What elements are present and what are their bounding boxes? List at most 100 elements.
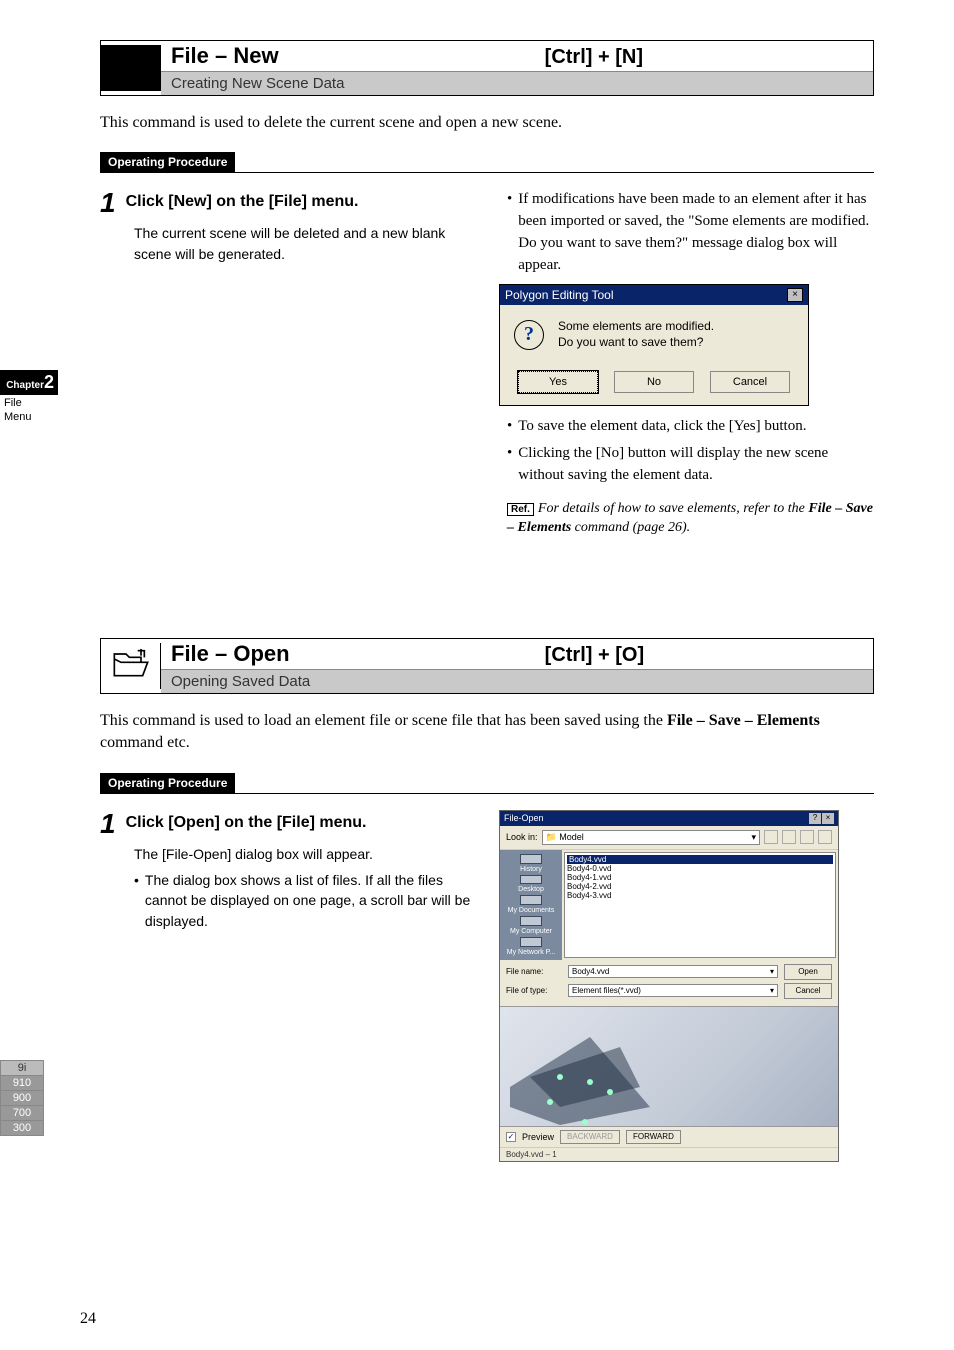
chapter-number: 2 [44,372,54,392]
ref-badge: Ref. [507,503,534,516]
close-icon[interactable]: × [822,813,834,824]
right-b2: •Clicking the [No] button will display t… [507,443,874,487]
s2-step-1-title: Click [Open] on the [File] menu. [126,814,367,838]
backward-button[interactable]: BACKWARD [560,1130,620,1144]
chevron-down-icon: ▾ [751,832,756,843]
side-box-3: 700 [0,1105,44,1121]
help-icon[interactable]: ? [809,813,821,824]
preview-checkbox[interactable]: ✓ [506,1132,516,1142]
side-model-boxes: 9i 910 900 700 300 [0,1060,44,1135]
section1-right-col: •If modifications have been made to an e… [499,189,874,538]
step-1-number: 1 [100,189,116,217]
close-icon[interactable]: × [787,288,803,302]
new-folder-icon[interactable] [800,830,814,844]
forward-button[interactable]: FORWARD [626,1130,681,1144]
section1-shortcut: [Ctrl] + [N] [545,46,643,69]
op-proc-bar-2: Operating Procedure [100,773,874,794]
side-chapter-tab: Chapter2 File Menu [0,370,58,423]
section1-description: This command is used to delete the curre… [100,112,874,134]
section2-title: File – Open [171,641,545,667]
s2-sub-bullet: •The dialog box shows a list of files. I… [134,870,475,931]
fo-title-text: File-Open [504,813,544,824]
fo-preview-pane [500,1006,838,1126]
confirm-msg-2: Do you want to save them? [558,335,714,351]
fo-preview-controls: ✓ Preview BACKWARD FORWARD [500,1126,838,1147]
cancel-button[interactable]: Cancel [710,371,790,393]
desktop-icon[interactable] [520,875,542,885]
cancel-button[interactable]: Cancel [784,983,832,999]
ref-text: For details of how to save elements, ref… [507,501,873,536]
s2-step-1-body: The [File-Open] dialog box will appear. [134,844,475,864]
file-type-label: File of type: [506,986,562,995]
side-box-0: 9i [0,1060,44,1076]
confirm-dialog-buttons: Yes No Cancel [500,365,808,405]
side-box-4: 300 [0,1120,44,1136]
right-intro: If modifications have been made to an el… [518,189,874,276]
confirm-dialog: Polygon Editing Tool × ? Some elements a… [499,284,809,405]
s2-step-1-number: 1 [100,810,116,838]
fo-toolbar: Look in: 📁 Model▾ [500,826,838,850]
list-item[interactable]: Body4-0.vvd [567,864,833,873]
history-icon[interactable] [520,854,542,864]
ref-line: Ref.For details of how to save elements,… [507,499,874,538]
section2-columns: 1 Click [Open] on the [File] menu. The [… [100,810,874,1162]
preview-label: Preview [522,1132,554,1142]
look-in-combo[interactable]: 📁 Model▾ [542,830,760,845]
s2-sub-text: The dialog box shows a list of files. If… [145,870,475,931]
file-type-select[interactable]: Element files(*.vvd)▾ [568,984,778,997]
op-proc-bar-1: Operating Procedure [100,152,874,173]
op-proc-label-1: Operating Procedure [100,152,235,172]
confirm-dialog-body: ? Some elements are modified. Do you wan… [500,305,808,364]
mycomputer-icon[interactable] [520,916,542,926]
side-label-2: Menu [0,411,58,423]
confirm-msg-1: Some elements are modified. [558,319,714,335]
back-icon[interactable] [764,830,778,844]
section2: File – Open [Ctrl] + [O] Opening Saved D… [100,638,874,1162]
yes-button[interactable]: Yes [518,371,598,393]
side-box-2: 900 [0,1090,44,1106]
no-button[interactable]: No [614,371,694,393]
up-icon[interactable] [782,830,796,844]
page: Chapter2 File Menu 9i 910 900 700 300 Fi… [0,0,954,1350]
s2-step-1: 1 Click [Open] on the [File] menu. [100,810,475,838]
chevron-down-icon: ▾ [770,986,774,995]
section2-subtitle: Opening Saved Data [161,669,873,693]
fo-status-bar: Body4.vvd – 1 [500,1147,838,1161]
list-item[interactable]: Body4-2.vvd [567,882,833,891]
chevron-down-icon: ▾ [770,967,774,976]
section2-right-col: File-Open ? × Look in: 📁 Model▾ [499,810,874,1162]
op-proc-label-2: Operating Procedure [100,773,235,793]
section2-description: This command is used to load an element … [100,710,874,755]
folder-open-icon [111,646,151,687]
fo-sidebar: History Desktop My Documents My Computer… [500,850,562,960]
fo-file-list[interactable]: Body4.vvd Body4-0.vvd Body4-1.vvd Body4-… [564,852,836,958]
page-number: 24 [80,1310,96,1328]
question-icon: ? [514,320,544,350]
list-item[interactable]: Body4.vvd [567,855,833,864]
open-button[interactable]: Open [784,964,832,980]
file-name-input[interactable]: Body4.vvd▾ [568,965,778,978]
side-label-1: File [0,397,58,409]
file-name-label: File name: [506,967,562,976]
confirm-dialog-titlebar: Polygon Editing Tool × [500,285,808,305]
step-1: 1 Click [New] on the [File] menu. [100,189,475,217]
mydocs-icon[interactable] [520,895,542,905]
list-item[interactable]: Body4-1.vvd [567,873,833,882]
network-icon[interactable] [520,937,542,947]
confirm-dialog-title: Polygon Editing Tool [505,288,614,302]
right-b1-text: To save the element data, click the [Yes… [518,416,806,438]
section1-title: File – New [171,43,545,69]
side-box-1: 910 [0,1075,44,1091]
right-b2-text: Clicking the [No] button will display th… [518,443,874,487]
step-1-title: Click [New] on the [File] menu. [126,193,359,217]
confirm-dialog-message: Some elements are modified. Do you want … [558,319,714,350]
section2-left-col: 1 Click [Open] on the [File] menu. The [… [100,810,475,1162]
list-item[interactable]: Body4-3.vvd [567,891,833,900]
chapter-word: Chapter [6,380,44,391]
right-b1: •To save the element data, click the [Ye… [507,416,874,438]
section1-icon-box [101,45,161,91]
section1-left-col: 1 Click [New] on the [File] menu. The cu… [100,189,475,538]
chapter-badge: Chapter2 [0,370,58,395]
look-in-label: Look in: [506,832,538,842]
views-icon[interactable] [818,830,832,844]
